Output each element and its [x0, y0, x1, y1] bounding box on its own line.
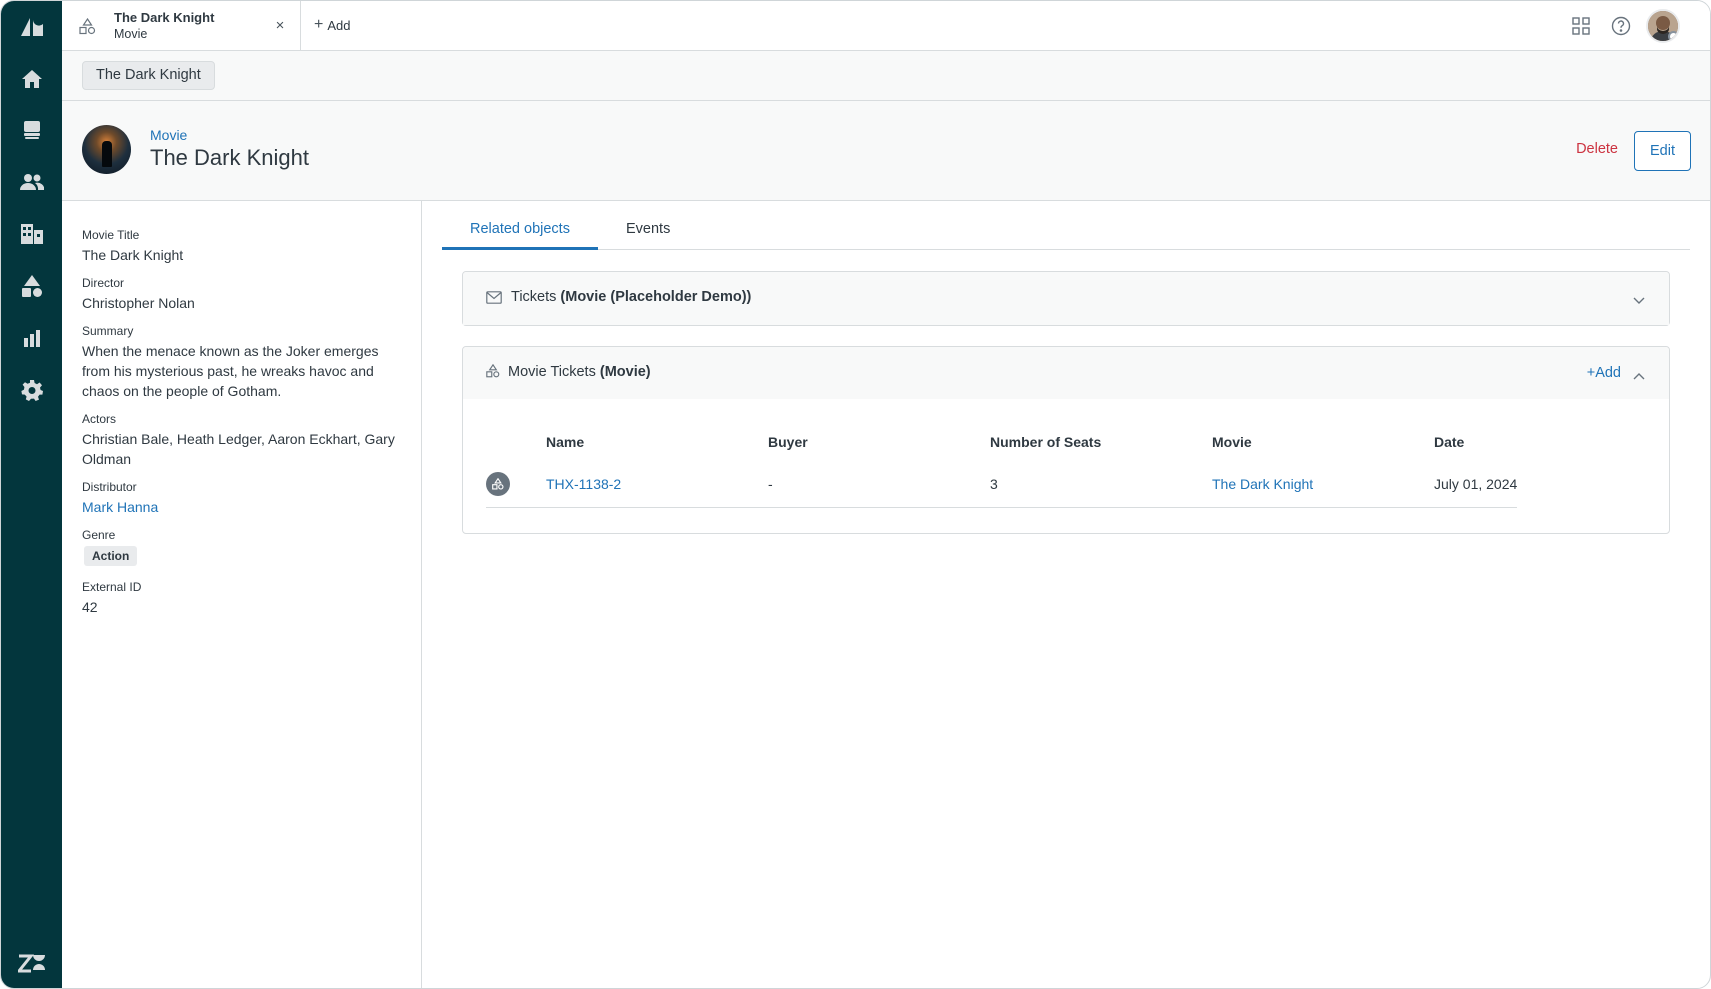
field-label: External ID — [82, 580, 142, 594]
ticket-name-link[interactable]: THX-1138-2 — [546, 461, 768, 508]
field-label: Distributor — [82, 480, 137, 494]
add-tab-label: Add — [327, 17, 351, 33]
column-header[interactable]: Number of Seats — [990, 423, 1212, 461]
movie-tickets-section-header[interactable]: Movie Tickets (Movie) +Add — [463, 347, 1669, 399]
content-tabs: Related objects Events — [442, 201, 1690, 250]
apps-grid-icon[interactable] — [1568, 13, 1594, 39]
chevron-down-icon[interactable] — [1633, 292, 1645, 310]
genre-tag: Action — [84, 546, 138, 566]
movie-link[interactable]: The Dark Knight — [1212, 461, 1434, 508]
user-avatar[interactable] — [1646, 9, 1680, 43]
tickets-section-header[interactable]: Tickets (Movie (Placeholder Demo)) — [463, 272, 1669, 325]
edit-button[interactable]: Edit — [1634, 131, 1691, 171]
column-header[interactable]: Date — [1434, 423, 1517, 461]
movie-tickets-section-title: Movie Tickets (Movie) — [508, 364, 651, 380]
record-type-link[interactable]: Movie — [150, 127, 187, 143]
object-record-icon — [486, 471, 510, 496]
help-icon[interactable] — [1608, 13, 1634, 39]
field-movie-title: Movie Title The Dark Knight — [82, 227, 402, 265]
movie-poster-avatar — [82, 125, 131, 174]
tickets-section: Tickets (Movie (Placeholder Demo)) — [462, 271, 1670, 326]
column-header[interactable]: Movie — [1212, 423, 1434, 461]
buyer-cell: - — [768, 461, 990, 508]
table-row[interactable]: THX-1138-2 - 3 The Dark Knight July 01, … — [486, 461, 1518, 508]
admin-icon[interactable] — [1, 366, 62, 414]
add-tab-button[interactable]: + Add — [314, 16, 350, 34]
left-nav — [1, 1, 62, 988]
column-header[interactable]: Buyer — [768, 423, 990, 461]
zendesk-logo-icon[interactable] — [1, 3, 62, 51]
field-value: Christian Bale, Heath Ledger, Aaron Eckh… — [82, 431, 395, 467]
home-icon[interactable] — [1, 55, 62, 103]
mail-icon — [486, 291, 502, 309]
objects-outline-icon — [79, 17, 96, 40]
field-value: 42 — [82, 599, 98, 615]
tab-related-objects[interactable]: Related objects — [470, 221, 570, 237]
field-value: Christopher Nolan — [82, 295, 195, 311]
field-value: When the menace known as the Joker emerg… — [82, 343, 379, 399]
organizations-icon[interactable] — [1, 210, 62, 258]
field-director: Director Christopher Nolan — [82, 275, 402, 313]
movie-tickets-section: Movie Tickets (Movie) +Add Name Buyer Nu… — [462, 346, 1670, 534]
zendesk-footer-icon[interactable] — [1, 939, 62, 987]
date-cell: July 01, 2024 — [1434, 461, 1518, 508]
field-label: Movie Title — [82, 228, 140, 242]
tab-the-dark-knight[interactable]: The Dark Knight Movie × — [62, 1, 301, 51]
field-value: The Dark Knight — [82, 247, 184, 263]
tickets-section-title: Tickets (Movie (Placeholder Demo)) — [511, 289, 752, 305]
tab-events[interactable]: Events — [626, 221, 670, 237]
seats-cell: 3 — [990, 461, 1212, 508]
field-label: Genre — [82, 528, 116, 542]
page-title: The Dark Knight — [150, 145, 309, 170]
status-indicator — [1668, 31, 1678, 41]
breadcrumb-bar: The Dark Knight — [62, 51, 1710, 101]
views-icon[interactable] — [1, 106, 62, 154]
breadcrumb[interactable]: The Dark Knight — [82, 61, 215, 90]
customers-icon[interactable] — [1, 158, 62, 206]
plus-icon: + — [314, 16, 324, 33]
field-summary: Summary When the menace known as the Jok… — [82, 323, 402, 401]
column-header[interactable]: Name — [546, 423, 768, 461]
field-label: Summary — [82, 324, 134, 338]
top-bar: The Dark Knight Movie × + Add — [62, 1, 1710, 51]
app-window: The Dark Knight Movie × + Add The Dark K… — [0, 0, 1711, 989]
objects-icon[interactable] — [1, 262, 62, 310]
tab-subtitle: Movie — [114, 27, 148, 41]
movie-tickets-table: Name Buyer Number of Seats Movie Date TH… — [486, 423, 1518, 508]
active-tab-indicator — [442, 247, 598, 250]
reporting-icon[interactable] — [1, 314, 62, 362]
tab-title: The Dark Knight — [114, 10, 215, 25]
record-header: Movie The Dark Knight Delete Edit — [62, 101, 1710, 201]
field-external-id: External ID 42 — [82, 579, 402, 617]
field-label: Actors — [82, 412, 117, 426]
field-actors: Actors Christian Bale, Heath Ledger, Aar… — [82, 411, 402, 469]
chevron-up-icon[interactable] — [1633, 367, 1645, 385]
close-icon[interactable]: × — [271, 16, 289, 34]
objects-outline-icon — [486, 363, 500, 383]
top-right-controls — [1510, 1, 1710, 51]
distributor-link[interactable]: Mark Hanna — [82, 497, 402, 517]
field-genre: Genre Action — [82, 527, 402, 566]
field-label: Director — [82, 276, 125, 290]
details-panel: Movie Title The Dark Knight Director Chr… — [62, 201, 422, 988]
field-distributor: Distributor Mark Hanna — [82, 479, 402, 517]
add-movie-ticket-button[interactable]: +Add — [1587, 365, 1621, 381]
delete-button[interactable]: Delete — [1576, 141, 1618, 157]
